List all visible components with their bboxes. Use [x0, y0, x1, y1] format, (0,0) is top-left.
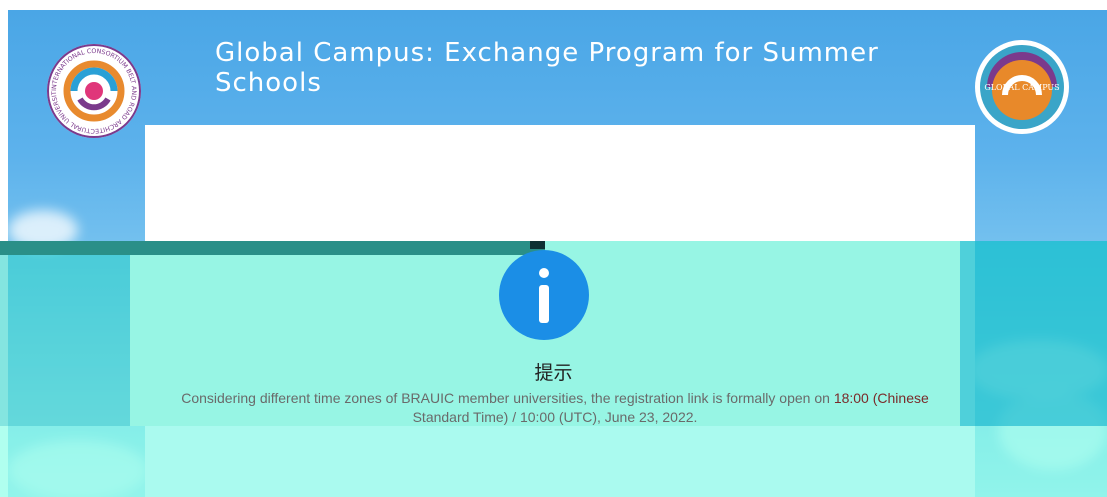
dialog-message: Considering different time zones of BRAU… [150, 389, 960, 427]
global-campus-logo: GLOBAL CAMPUS [975, 40, 1069, 134]
braui-consortium-logo: INTERNATIONAL CONSORTIUM BELT AND ROAD A… [44, 39, 141, 138]
dialog-glitch-mark [530, 241, 545, 249]
message-text-continued: Standard Time) / 10:00 (UTC), June 23, 2… [412, 409, 698, 425]
message-highlight: 18:00 (Chinese [833, 390, 929, 406]
modal-overlay-band [960, 241, 1107, 426]
dialog-glitch-bar [0, 241, 545, 255]
dialog-title: 提示 [534, 362, 573, 384]
page-title: Global Campus: Exchange Program for Summ… [215, 38, 879, 98]
info-icon [499, 250, 589, 340]
modal-overlay-band [0, 241, 130, 426]
modal-lower-panel [145, 426, 975, 497]
svg-text:GLOBAL CAMPUS: GLOBAL CAMPUS [984, 83, 1059, 92]
message-text: Considering different time zones of BRAU… [181, 390, 834, 406]
